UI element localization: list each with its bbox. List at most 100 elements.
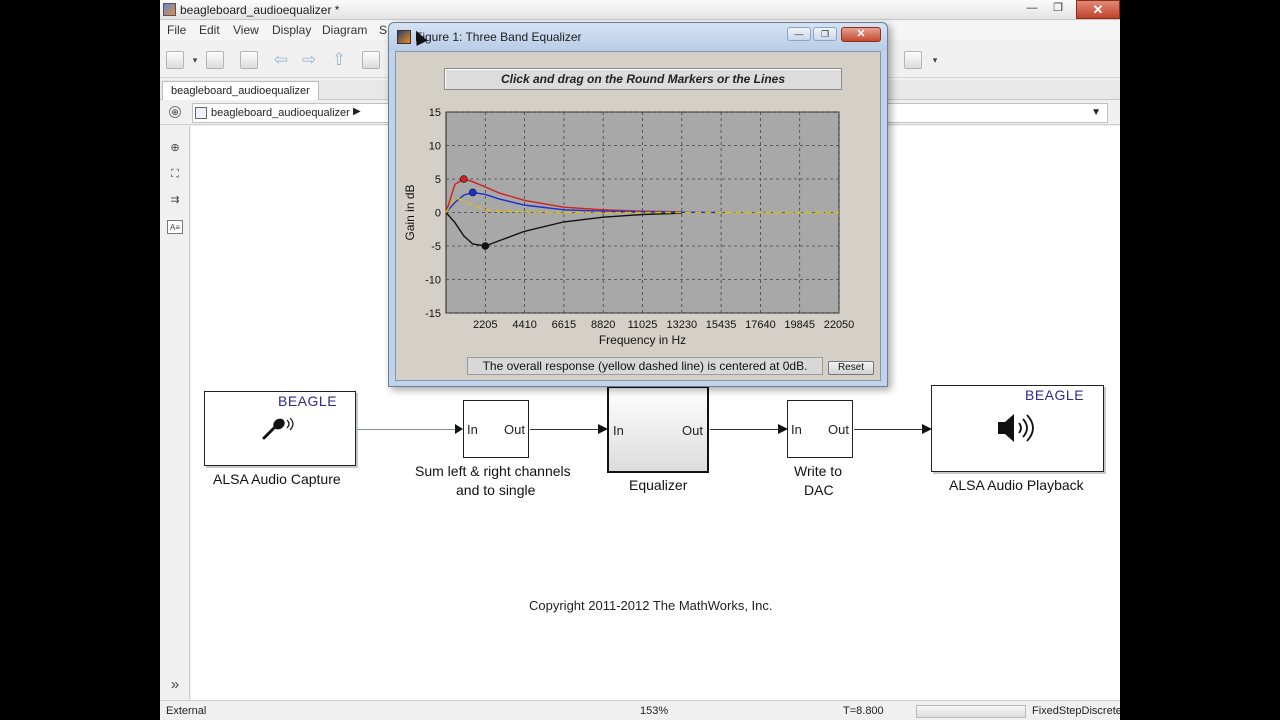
menu-diagram[interactable]: Diagram xyxy=(322,23,367,37)
tab-model[interactable]: beagleboard_audioequalizer xyxy=(162,81,319,100)
input-port-arrow xyxy=(455,424,463,434)
forward-arrow-icon[interactable]: ⇨ xyxy=(300,51,318,69)
simulation-time: T=8.800 xyxy=(843,705,884,717)
x-tick-label: 19845 xyxy=(784,319,815,331)
x-tick-label: 8820 xyxy=(591,319,615,331)
instruction-banner: Click and drag on the Round Markers or t… xyxy=(444,68,842,90)
save-icon[interactable] xyxy=(206,51,224,69)
solver-name: FixedStepDiscrete xyxy=(1032,705,1120,717)
y-tick-label: -15 xyxy=(425,308,441,320)
sum-channels-block[interactable]: In Out xyxy=(463,400,529,458)
up-arrow-icon[interactable]: ⇧ xyxy=(330,51,348,69)
back-arrow-icon[interactable]: ⇦ xyxy=(272,51,290,69)
y-tick-label: 10 xyxy=(429,141,441,153)
x-tick-label: 2205 xyxy=(473,319,497,331)
equalizer-plot[interactable]: 2205 4410 6615 8820 11025 13230 15435 17640 1984… xyxy=(396,100,882,350)
equalizer-block[interactable]: In Out xyxy=(607,386,709,473)
figure-body: Click and drag on the Round Markers or t… xyxy=(395,51,881,381)
figure-restore-button[interactable]: ❐ xyxy=(813,27,837,41)
desktop: beagleboard_audioequalizer * — ❐ ✕ File … xyxy=(0,0,1280,720)
status-bar: External 153% T=8.800 FixedStepDiscrete xyxy=(160,700,1120,720)
figure-close-button[interactable]: ✕ xyxy=(841,27,881,42)
beagle-brand: BEAGLE xyxy=(1025,387,1085,403)
out-port-label: Out xyxy=(504,422,525,437)
signal-line[interactable] xyxy=(854,429,922,430)
zoom-level: 153% xyxy=(640,705,669,717)
menu-display[interactable]: Display xyxy=(272,23,311,37)
model-icon xyxy=(195,107,207,119)
y-tick-label: 0 xyxy=(435,208,441,220)
y-tick-label: 15 xyxy=(429,107,441,119)
window-titlebar[interactable]: beagleboard_audioequalizer * — ❐ ✕ xyxy=(160,0,1120,20)
series-marker-2 xyxy=(481,242,490,250)
series-marker-0 xyxy=(460,175,468,183)
out-port-label: Out xyxy=(828,422,849,437)
sum-caption-line2: and to single xyxy=(456,482,536,498)
write-to-dac-block[interactable]: In Out xyxy=(787,400,853,458)
restore-button[interactable]: ❐ xyxy=(1046,1,1070,17)
x-tick-label: 17640 xyxy=(745,319,776,331)
menu-view[interactable]: View xyxy=(233,23,259,37)
equalizer-caption: Equalizer xyxy=(629,477,688,493)
fit-to-view-icon[interactable]: ⛶ xyxy=(167,168,183,182)
playback-caption: ALSA Audio Playback xyxy=(949,477,1084,493)
in-port-label: In xyxy=(467,422,478,437)
simulink-app-icon xyxy=(163,3,176,16)
capture-caption: ALSA Audio Capture xyxy=(213,471,341,487)
x-tick-label: 4410 xyxy=(512,319,536,331)
in-port-label: In xyxy=(613,423,624,438)
annotation-icon[interactable]: A≡ xyxy=(167,220,183,234)
microphone-icon xyxy=(262,417,294,440)
y-tick-label: -5 xyxy=(431,241,441,253)
route-lines-icon[interactable]: ⇉ xyxy=(167,194,183,208)
dac-caption-line1: Write to xyxy=(794,463,842,479)
dac-caption-line2: DAC xyxy=(804,482,834,498)
hide-browser-icon[interactable]: ⊕ xyxy=(169,106,181,118)
figure-title: Figure 1: Three Band Equalizer xyxy=(415,30,582,44)
signal-line[interactable] xyxy=(530,429,598,430)
x-tick-label: 15435 xyxy=(706,319,737,331)
minimize-button[interactable]: — xyxy=(1020,1,1044,17)
response-note: The overall response (yellow dashed line… xyxy=(467,357,823,375)
model-path[interactable]: beagleboard_audioequalizer xyxy=(211,107,350,119)
simulation-mode: External xyxy=(166,705,207,717)
figure-titlebar[interactable]: Figure 1: Three Band Equalizer — ❐ ✕ xyxy=(389,23,887,51)
alsa-audio-playback-block[interactable]: BEAGLE xyxy=(931,385,1104,472)
reset-button[interactable]: Reset xyxy=(828,361,874,375)
close-button[interactable]: ✕ xyxy=(1076,0,1120,19)
x-tick-label: 6615 xyxy=(552,319,576,331)
x-tick-label: 11025 xyxy=(628,319,658,331)
library-browser-icon[interactable] xyxy=(362,51,380,69)
menu-edit[interactable]: Edit xyxy=(199,23,220,37)
signal-line[interactable] xyxy=(710,429,778,430)
menu-simulation[interactable]: S xyxy=(379,23,387,37)
x-tick-label: 13230 xyxy=(667,319,698,331)
signal-line[interactable] xyxy=(357,429,457,430)
out-port-label: Out xyxy=(682,423,703,438)
path-arrow-icon[interactable]: ▶ xyxy=(353,106,361,117)
print-icon[interactable] xyxy=(240,51,258,69)
side-palette: ⊕ ⛶ ⇉ A≡ » xyxy=(160,126,190,700)
chevron-down-icon[interactable]: ▾ xyxy=(186,51,204,69)
zoom-icon[interactable]: ⊕ xyxy=(167,142,183,156)
alsa-audio-capture-block[interactable]: BEAGLE xyxy=(204,391,356,466)
figure-window: Figure 1: Three Band Equalizer — ❐ ✕ Cli… xyxy=(388,22,888,387)
x-axis-label: Frequency in Hz xyxy=(599,333,686,347)
chevron-down-icon[interactable]: ▼ xyxy=(1091,107,1101,118)
chevron-down-icon[interactable]: ▾ xyxy=(926,51,944,69)
progress-bar xyxy=(916,705,1026,718)
window-title: beagleboard_audioequalizer * xyxy=(180,3,340,17)
series-marker-1 xyxy=(468,188,477,197)
y-tick-label: 5 xyxy=(435,174,441,186)
beagle-brand: BEAGLE xyxy=(278,393,338,409)
expand-icon[interactable]: » xyxy=(167,677,183,692)
new-model-icon[interactable] xyxy=(166,51,184,69)
in-port-label: In xyxy=(791,422,802,437)
figure-minimize-button[interactable]: — xyxy=(787,27,811,41)
x-tick-label: 22050 xyxy=(824,319,855,331)
menu-file[interactable]: File xyxy=(167,23,186,37)
matlab-figure-icon xyxy=(397,30,411,44)
copyright-annotation: Copyright 2011-2012 The MathWorks, Inc. xyxy=(529,598,773,613)
y-tick-label: -10 xyxy=(425,275,441,287)
data-grid-icon[interactable] xyxy=(904,51,922,69)
